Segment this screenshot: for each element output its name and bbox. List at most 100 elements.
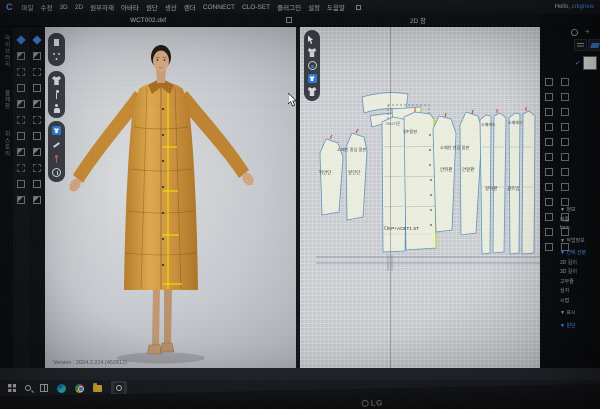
tab-2d-window[interactable]: 2D 창 (296, 14, 540, 27)
pin-icon[interactable] (52, 90, 61, 99)
right-toolbar-icon[interactable] (561, 183, 569, 191)
menu-settings[interactable]: 설정 (308, 2, 320, 12)
prop-section-fabric[interactable]: ▼ 원단 (560, 322, 598, 329)
left-toolbar-icon[interactable] (33, 100, 41, 108)
username[interactable]: crkgnew (572, 4, 594, 10)
dock-tab-library[interactable]: 라이브러리 (3, 35, 11, 68)
menu-2d[interactable]: 2D (75, 4, 83, 11)
right-toolbar-icon[interactable] (545, 228, 553, 236)
menu-3d[interactable]: 3D (59, 4, 67, 11)
left-toolbar-icon[interactable] (17, 148, 25, 156)
tab-3d-window[interactable]: WCT002.dxf (0, 14, 296, 27)
pattern-piece-back-strip-3[interactable] (509, 113, 520, 254)
left-toolbar-icon[interactable] (33, 196, 41, 204)
right-toolbar-icon[interactable] (561, 93, 569, 101)
dock-tab-history[interactable]: 히스토리 (3, 131, 11, 157)
left-toolbar-icon[interactable] (17, 68, 25, 76)
3d-viewport[interactable]: Version : 2024.2.224 (452812) (45, 27, 296, 368)
left-toolbar-icon[interactable] (16, 35, 25, 44)
left-toolbar-icon[interactable] (33, 180, 41, 188)
right-toolbar-icon[interactable] (545, 78, 553, 86)
add-icon[interactable]: + (585, 28, 590, 36)
textured-pattern-icon-selected[interactable] (308, 74, 317, 83)
pattern-piece-back-strip-1[interactable] (480, 115, 491, 254)
right-toolbar-icon[interactable] (545, 93, 553, 101)
show-grainline-icon[interactable] (308, 87, 317, 96)
right-toolbar-icon[interactable] (545, 183, 553, 191)
pattern-canvas[interactable]: 뒤안단 앞안단 소매안 중심 몸판 7902기준 겉F몸판 소매안 안감 몸판 … (300, 27, 540, 368)
menu-avatar[interactable]: 아바타 (121, 2, 139, 12)
left-toolbar-icon[interactable] (17, 100, 25, 108)
left-toolbar-icon[interactable] (17, 116, 25, 124)
left-toolbar-icon[interactable] (17, 132, 25, 140)
menu-file[interactable]: 파일 (22, 2, 34, 12)
left-toolbar-icon[interactable] (17, 84, 25, 92)
left-toolbar-icon[interactable] (33, 132, 41, 140)
avatar-3d-render[interactable] (45, 27, 296, 368)
avatar-display-icon[interactable] (52, 104, 61, 113)
dock-tab-objects[interactable]: 물체창 (3, 90, 11, 110)
prop-section-info[interactable]: ▼ 정보 (560, 206, 598, 213)
pattern-piece-sleeve-lining-b[interactable] (460, 112, 482, 235)
right-toolbar-icon[interactable] (545, 138, 553, 146)
right-toolbar-icon[interactable] (545, 153, 553, 161)
edge-browser-icon[interactable] (57, 384, 66, 393)
transform-pattern-icon[interactable] (308, 35, 317, 44)
left-toolbar-icon[interactable] (33, 164, 41, 172)
show-points-icon[interactable] (52, 52, 61, 61)
right-toolbar-icon[interactable] (561, 108, 569, 116)
pattern-piece-back-strip-2[interactable] (493, 113, 506, 253)
menu-closet[interactable]: CLO-SET (242, 4, 270, 11)
menu-fabric[interactable]: 원단 (146, 2, 158, 12)
left-toolbar-icon[interactable] (33, 52, 41, 60)
chrome-browser-icon[interactable] (75, 384, 84, 393)
menu-help[interactable]: 도움말 (327, 2, 345, 12)
left-toolbar-icon[interactable] (17, 164, 25, 172)
left-toolbar-icon[interactable] (32, 35, 41, 44)
2d-pattern-viewport[interactable]: 뒤안단 앞안단 소매안 중심 몸판 7902기준 겉F몸판 소매안 안감 몸판 … (300, 27, 540, 368)
menu-connect[interactable]: CONNECT (203, 4, 235, 11)
right-toolbar-icon[interactable] (545, 123, 553, 131)
tab-object-list[interactable] (574, 39, 587, 51)
left-toolbar-icon[interactable] (33, 116, 41, 124)
left-toolbar-icon[interactable] (33, 84, 41, 92)
pattern-piece-back-strip-4[interactable] (522, 111, 535, 254)
left-toolbar-icon[interactable] (33, 148, 41, 156)
search-icon[interactable] (25, 385, 31, 391)
menu-production[interactable]: 생산 (165, 2, 177, 12)
left-toolbar-icon[interactable] (17, 196, 25, 204)
right-toolbar-icon[interactable] (561, 138, 569, 146)
pattern-piece-front-panel-a[interactable] (382, 117, 407, 252)
pattern-display-icon[interactable] (308, 48, 317, 57)
right-toolbar-icon[interactable] (545, 168, 553, 176)
left-toolbar-icon[interactable] (33, 68, 41, 76)
right-toolbar-icon[interactable] (545, 198, 553, 206)
prop-section-selected-line[interactable]: ▼ 선택 선분 (560, 249, 598, 256)
menu-edit[interactable]: 수정 (40, 2, 52, 12)
prop-section-display[interactable]: ▼ 표시 (560, 309, 598, 316)
task-view-icon[interactable] (40, 384, 48, 392)
textured-surface-icon-selected[interactable] (52, 126, 61, 135)
fabric-swatch[interactable] (583, 56, 597, 70)
right-toolbar-icon[interactable] (561, 78, 569, 86)
gear-icon[interactable] (571, 29, 578, 36)
prop-section-work[interactable]: ▼ 작업정보 (560, 237, 598, 244)
garment-display-icon[interactable] (52, 76, 61, 85)
close-icon[interactable] (286, 17, 292, 23)
right-toolbar-icon[interactable] (545, 243, 553, 251)
pan-hand-icon[interactable] (52, 38, 61, 47)
right-toolbar-icon[interactable] (545, 213, 553, 221)
stress-map-icon[interactable] (52, 154, 61, 163)
menu-plugin[interactable]: 플러그인 (277, 2, 301, 12)
windows-start-icon[interactable] (8, 384, 16, 392)
left-toolbar-icon[interactable] (17, 52, 25, 60)
right-toolbar-icon[interactable] (561, 168, 569, 176)
file-explorer-icon[interactable] (93, 385, 102, 392)
paint-icon[interactable] (52, 140, 61, 149)
show-seamlines-icon[interactable] (308, 61, 317, 70)
tab-fabric[interactable] (588, 39, 600, 51)
right-toolbar-icon[interactable] (561, 123, 569, 131)
right-toolbar-icon[interactable] (545, 108, 553, 116)
right-toolbar-icon[interactable] (561, 153, 569, 161)
pattern-piece-sleeve-lining-a[interactable] (433, 116, 456, 232)
